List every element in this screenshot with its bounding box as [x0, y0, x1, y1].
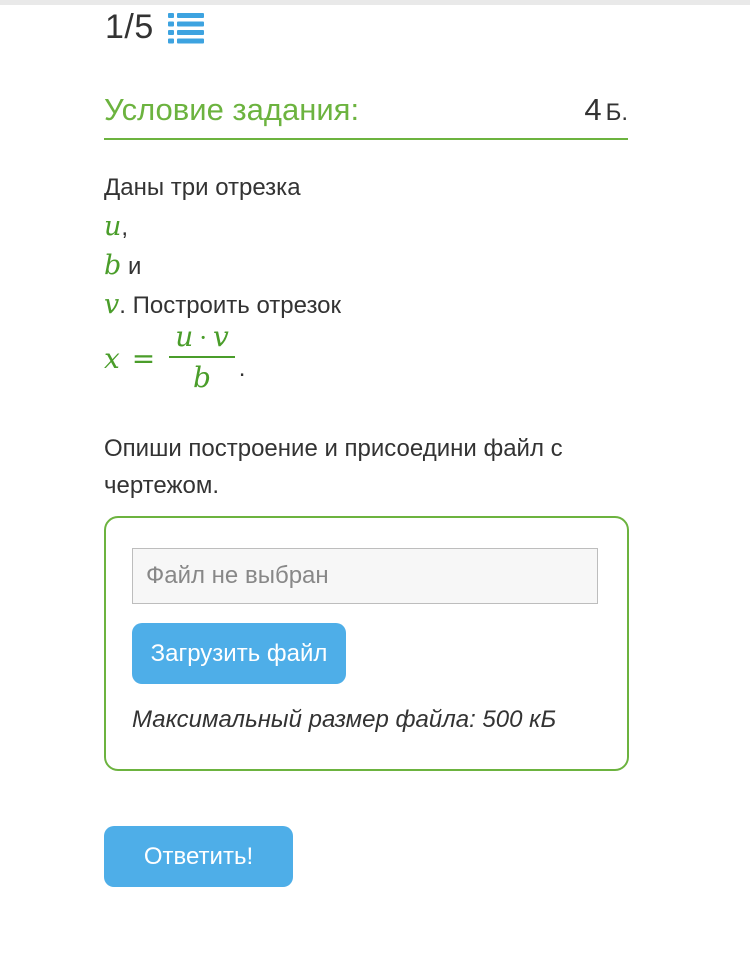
task-counter: 1/5 — [105, 8, 204, 47]
points-value: 4 — [584, 92, 602, 127]
task-points: 4 Б. — [584, 92, 628, 128]
max-file-size-note: Максимальный размер файла: 500 кБ — [132, 706, 557, 733]
task-statement: Даны три отрезка u, b и v. Построить отр… — [104, 168, 341, 324]
comma: , — [121, 214, 129, 241]
fraction-numerator: u · v — [169, 322, 235, 358]
statement-line-4: v. Построить отрезок — [104, 285, 341, 324]
statement-line-2: u, — [104, 207, 341, 246]
instruction-text: Опиши построение и присоедини файл с чер… — [104, 435, 563, 499]
numerator-v: v — [212, 320, 229, 353]
statement-line-4-rest: . Построить отрезок — [119, 292, 342, 319]
file-upload-panel: Файл не выбран Загрузить файл Максимальн… — [104, 516, 629, 771]
formula-equals: = — [131, 341, 156, 375]
file-input[interactable]: Файл не выбран — [132, 548, 598, 604]
numerator-u: u — [175, 320, 194, 353]
formula: x = u · v b . — [104, 322, 246, 395]
multiply-dot: · — [199, 324, 207, 352]
statement-line-1: Даны три отрезка — [104, 174, 301, 201]
statement-line-3: b и — [104, 246, 341, 285]
and-word: и — [127, 253, 142, 280]
list-icon[interactable] — [167, 12, 204, 44]
task-header-title: Условие задания: — [104, 92, 360, 127]
upload-file-button[interactable]: Загрузить файл — [132, 623, 346, 684]
var-b: b — [104, 250, 122, 281]
top-divider — [0, 0, 750, 5]
formula-fraction: u · v b — [169, 322, 235, 394]
answer-button[interactable]: Ответить! — [104, 826, 293, 887]
fraction-denominator: b — [193, 361, 211, 394]
points-unit: Б. — [605, 99, 628, 126]
formula-period: . — [238, 355, 246, 382]
var-u: u — [104, 211, 122, 242]
var-v: v — [104, 289, 120, 320]
task-header: Условие задания: 4 Б. — [104, 88, 628, 140]
task-counter-text: 1/5 — [105, 8, 154, 46]
formula-lhs: x — [104, 341, 120, 375]
